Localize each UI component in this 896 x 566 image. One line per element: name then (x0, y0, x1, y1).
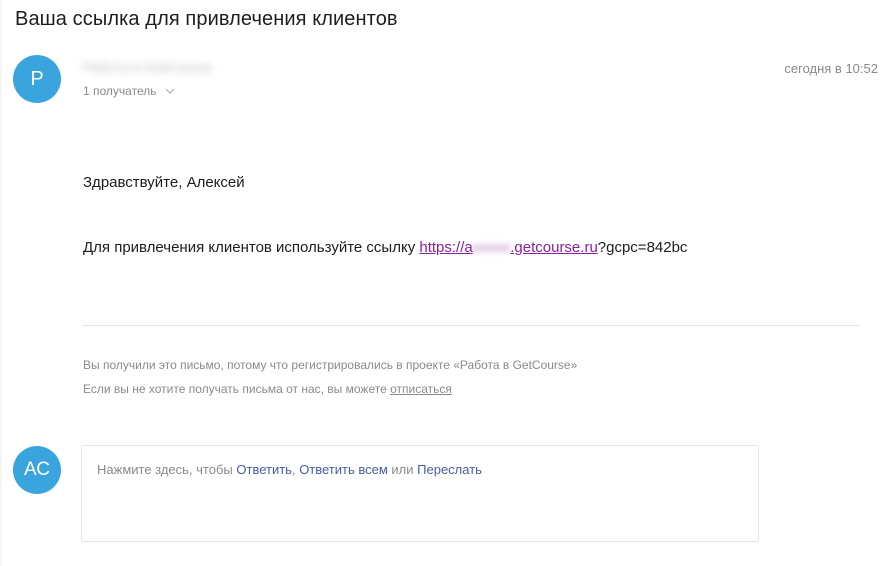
window-edge (0, 0, 2, 566)
link-redacted: xxxxx (472, 239, 511, 256)
link-query: ?gcpc=842bc (597, 239, 688, 256)
footer-divider (83, 325, 860, 326)
message-body-line: Для привлечения клиентов используйте ссы… (83, 239, 687, 256)
referral-link[interactable]: https://axxxxx.getcourse.ru (419, 239, 597, 256)
reply-button[interactable]: Ответить (236, 462, 292, 477)
email-date: сегодня в 10:52 (784, 61, 878, 76)
forward-button[interactable]: Переслать (417, 462, 482, 477)
footer-unsubscribe-line: Если вы не хотите получать письма от нас… (83, 382, 452, 396)
reply-all-button[interactable]: Ответить всем (299, 462, 388, 477)
link-domain: .getcourse.ru (510, 239, 598, 256)
unsubscribe-link[interactable]: отписаться (390, 382, 452, 396)
link-prefix: https://a (419, 239, 473, 256)
reply-prompt: Нажмите здесь, чтобы Ответить, Ответить … (97, 462, 482, 477)
sender-name[interactable]: Работа в GetCourse (83, 57, 255, 77)
recipients-toggle[interactable]: 1 получатель (83, 84, 176, 98)
reply-prompt-prefix: Нажмите здесь, чтобы (97, 462, 237, 477)
footer-reason: Вы получили это письмо, потому что регис… (83, 358, 578, 372)
user-avatar-initials: АС (24, 459, 50, 480)
recipients-label: 1 получатель (83, 84, 157, 98)
footer-unsubscribe-prefix: Если вы не хотите получать письма от нас… (83, 382, 391, 396)
chevron-down-icon (164, 85, 176, 97)
sender-avatar[interactable]: P (13, 55, 61, 103)
message-intro: Для привлечения клиентов используйте ссы… (83, 239, 420, 256)
message-greeting: Здравствуйте, Алексей (83, 174, 245, 191)
quick-reply-box[interactable]: Нажмите здесь, чтобы Ответить, Ответить … (81, 445, 759, 542)
email-subject: Ваша ссылка для привлечения клиентов (15, 8, 398, 30)
reply-or-word: или (387, 462, 418, 477)
user-avatar: АС (13, 446, 61, 494)
sender-avatar-initial: P (30, 67, 44, 90)
